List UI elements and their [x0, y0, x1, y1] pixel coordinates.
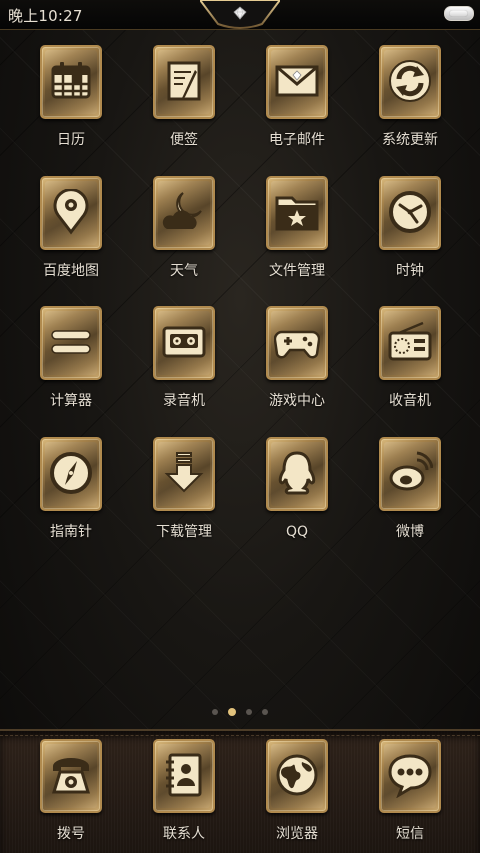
refresh-icon: [389, 60, 431, 102]
notepad-icon: [167, 61, 201, 101]
app-envelope[interactable]: 电子邮件: [247, 45, 347, 163]
folder-icon: [275, 196, 319, 231]
app-label: QQ: [285, 524, 309, 540]
app-qq-penguin[interactable]: QQ: [247, 437, 347, 555]
globe-icon: [276, 754, 318, 796]
dock-app-globe[interactable]: 浏览器: [247, 739, 347, 853]
page-dot-2[interactable]: [228, 707, 236, 716]
app-radio[interactable]: 收音机: [360, 306, 460, 424]
app-tile[interactable]: [266, 739, 328, 813]
message-bubble-icon: [388, 754, 432, 798]
qq-penguin-icon: [278, 451, 316, 495]
calculator-equals-icon: [51, 330, 91, 354]
download-icon: [164, 452, 204, 493]
map-pin-icon: [53, 189, 89, 235]
app-label: 短信: [396, 826, 424, 842]
radio-icon: [388, 321, 432, 361]
app-weather-cloud-moon[interactable]: 天气: [134, 176, 234, 294]
page-dot-4[interactable]: [262, 708, 268, 715]
app-label: 系统更新: [382, 132, 438, 148]
app-tile[interactable]: [153, 45, 215, 119]
app-tile[interactable]: [379, 739, 441, 813]
app-tile[interactable]: [266, 306, 328, 380]
app-tile[interactable]: [40, 45, 102, 119]
app-tile[interactable]: [153, 437, 215, 511]
weather-cloud-moon-icon: [162, 192, 202, 229]
app-label: 时钟: [396, 263, 424, 279]
app-label: 百度地图: [43, 263, 99, 279]
compass-icon: [50, 452, 92, 494]
app-calendar[interactable]: 日历: [21, 45, 121, 163]
cassette-icon: [162, 326, 206, 358]
envelope-icon: [275, 65, 319, 97]
status-bar: 晚上10:27: [0, 0, 480, 30]
app-tile[interactable]: [379, 306, 441, 380]
app-map-pin[interactable]: 百度地图: [21, 176, 121, 294]
dock-app-message-bubble[interactable]: 短信: [360, 739, 460, 853]
app-label: 游戏中心: [269, 393, 325, 409]
app-compass[interactable]: 指南针: [21, 437, 121, 555]
app-cassette[interactable]: 录音机: [134, 306, 234, 424]
app-label: 联系人: [163, 826, 205, 842]
dock-app-contacts-book[interactable]: 联系人: [134, 739, 234, 853]
battery-icon: [444, 6, 474, 21]
app-label: 文件管理: [269, 263, 325, 279]
app-tile[interactable]: [266, 176, 328, 250]
app-tile[interactable]: [266, 45, 328, 119]
app-label: 指南针: [50, 524, 92, 540]
app-tile[interactable]: [379, 176, 441, 250]
dock: 拨号 联系人 浏览器 短信: [0, 729, 480, 853]
app-tile[interactable]: [153, 176, 215, 250]
contacts-book-icon: [166, 753, 202, 797]
app-label: 微博: [396, 524, 424, 540]
app-calculator-equals[interactable]: 计算器: [21, 306, 121, 424]
app-tile[interactable]: [153, 306, 215, 380]
telephone-icon: [51, 758, 91, 794]
calendar-icon: [51, 62, 91, 99]
app-label: 录音机: [163, 393, 205, 409]
home-screen: 晚上10:27 日历 便签 电子邮件 系统更新 百度地图 天气 文件管理 时钟 …: [0, 0, 480, 853]
app-label: 计算器: [50, 393, 92, 409]
app-label: 浏览器: [276, 826, 318, 842]
app-tile[interactable]: [40, 176, 102, 250]
app-weibo[interactable]: 微博: [360, 437, 460, 555]
dock-app-telephone[interactable]: 拨号: [21, 739, 121, 853]
app-tile[interactable]: [153, 739, 215, 813]
app-download[interactable]: 下载管理: [134, 437, 234, 555]
app-tile[interactable]: [40, 437, 102, 511]
app-notepad[interactable]: 便签: [134, 45, 234, 163]
app-label: 收音机: [389, 393, 431, 409]
page-indicator: [0, 701, 480, 716]
app-label: 日历: [57, 132, 85, 148]
app-tile[interactable]: [266, 437, 328, 511]
app-label: 天气: [170, 263, 198, 279]
gamepad-icon: [274, 330, 320, 359]
app-gamepad[interactable]: 游戏中心: [247, 306, 347, 424]
app-clock[interactable]: 时钟: [360, 176, 460, 294]
app-label: 拨号: [57, 826, 85, 842]
status-time: 晚上10:27: [8, 7, 83, 25]
app-folder[interactable]: 文件管理: [247, 176, 347, 294]
app-tile[interactable]: [379, 437, 441, 511]
app-label: 便签: [170, 132, 198, 148]
app-label: 下载管理: [156, 524, 212, 540]
app-refresh[interactable]: 系统更新: [360, 45, 460, 163]
app-tile[interactable]: [40, 739, 102, 813]
app-tile[interactable]: [40, 306, 102, 380]
theme-diamond-ornament: [200, 0, 280, 29]
app-tile[interactable]: [379, 45, 441, 119]
weibo-icon: [389, 451, 433, 491]
page-dot-3[interactable]: [246, 708, 252, 715]
page-dot-1[interactable]: [212, 708, 218, 715]
app-label: 电子邮件: [269, 132, 325, 148]
clock-icon: [389, 191, 431, 233]
